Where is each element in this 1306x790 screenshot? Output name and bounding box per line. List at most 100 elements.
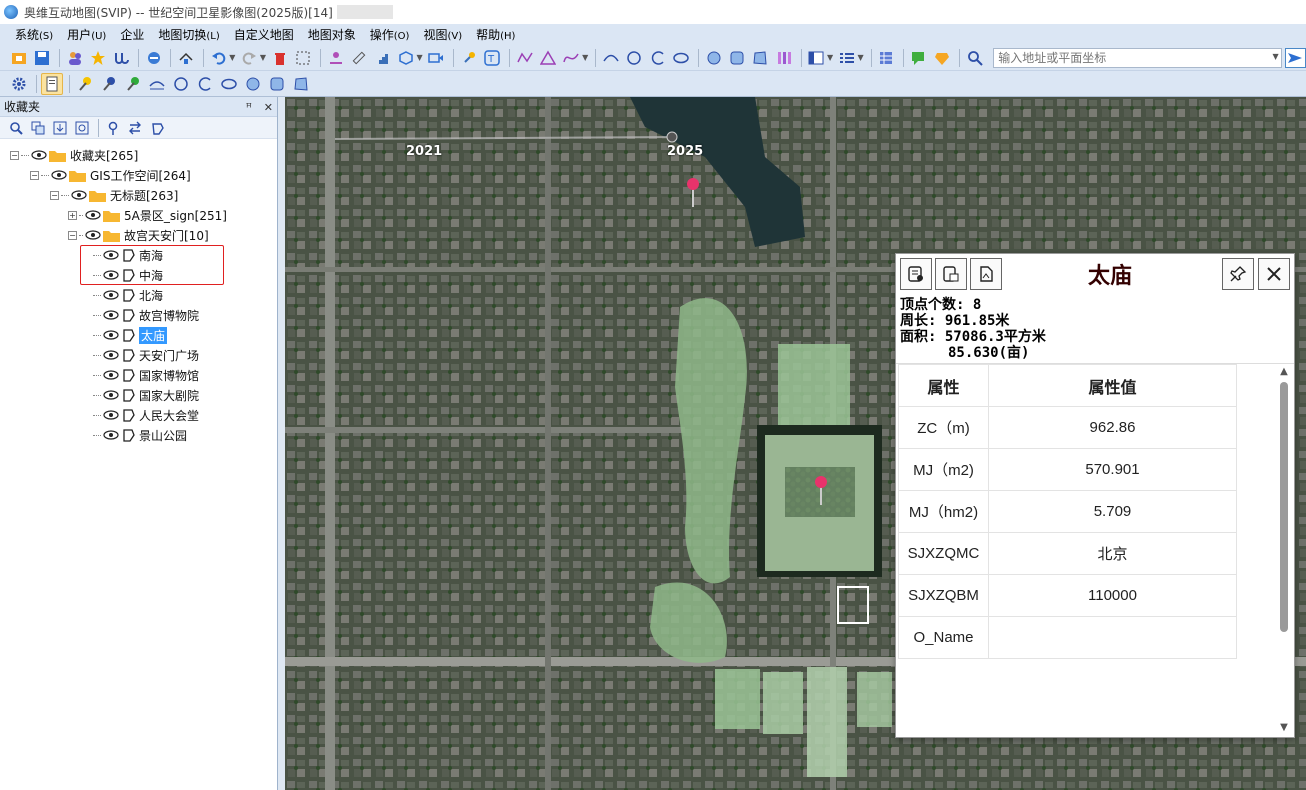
- tree-leaf-item[interactable]: 故宫博物院: [0, 305, 277, 325]
- eye-icon[interactable]: [103, 349, 119, 361]
- tree-node-untitled[interactable]: − 无标题[263]: [0, 185, 277, 205]
- menu-map-switch[interactable]: 地图切换(L): [151, 26, 226, 43]
- polygon-layer-icon[interactable]: [147, 118, 167, 138]
- delete-icon[interactable]: [269, 47, 290, 69]
- eye-icon[interactable]: [103, 429, 119, 441]
- panel-layout-dropdown-icon[interactable]: ▼: [827, 53, 833, 62]
- filled-square-icon[interactable]: [726, 47, 747, 69]
- text-tool-icon[interactable]: T: [481, 47, 502, 69]
- polyline-icon[interactable]: [514, 47, 535, 69]
- eye-icon[interactable]: [51, 169, 67, 181]
- menu-system[interactable]: 系统(S): [8, 26, 60, 43]
- tree-leaf-item[interactable]: 景山公园: [0, 425, 277, 445]
- go-button[interactable]: [1284, 47, 1306, 68]
- circle-outline-icon[interactable]: [170, 73, 192, 95]
- eye-icon[interactable]: [103, 389, 119, 401]
- locate-icon[interactable]: [72, 118, 92, 138]
- collapse-icon[interactable]: −: [68, 230, 77, 240]
- expand-icon[interactable]: +: [68, 210, 77, 220]
- eye-icon[interactable]: [103, 329, 119, 341]
- menu-operation[interactable]: 操作(O): [363, 26, 417, 43]
- scroll-up-icon[interactable]: ▲: [1278, 366, 1290, 378]
- blue-pin-icon[interactable]: [98, 73, 120, 95]
- yellow-pin-icon[interactable]: [74, 73, 96, 95]
- curve-icon[interactable]: [561, 47, 582, 69]
- collapse-icon[interactable]: −: [50, 190, 59, 200]
- arc-icon[interactable]: [600, 47, 621, 69]
- green-pin-icon[interactable]: [122, 73, 144, 95]
- menu-map-objects[interactable]: 地图对象: [301, 26, 363, 43]
- open-icon[interactable]: [8, 47, 29, 69]
- redo-icon[interactable]: [238, 47, 259, 69]
- tree-leaf-item[interactable]: 人民大会堂: [0, 405, 277, 425]
- menu-enterprise[interactable]: 企业: [113, 26, 151, 43]
- scroll-thumb[interactable]: [1280, 382, 1288, 632]
- pushpin-icon[interactable]: [458, 47, 479, 69]
- curve-dropdown-icon[interactable]: ▼: [582, 53, 588, 62]
- ellipse-icon[interactable]: [671, 47, 692, 69]
- search-dropdown-icon[interactable]: ▼: [1272, 52, 1278, 61]
- select-box-icon[interactable]: [292, 47, 313, 69]
- pin-panel-icon[interactable]: ꟸ: [246, 101, 252, 114]
- stairs-icon[interactable]: [372, 47, 393, 69]
- collapse-icon[interactable]: −: [10, 150, 19, 160]
- search-icon[interactable]: [964, 47, 985, 69]
- tree-leaf-item[interactable]: 国家博物馆: [0, 365, 277, 385]
- cube-dropdown-icon[interactable]: ▼: [416, 53, 422, 62]
- list-icon[interactable]: [836, 47, 857, 69]
- eye-icon[interactable]: [103, 369, 119, 381]
- menu-user[interactable]: 用户(U): [60, 26, 113, 43]
- collapse-icon[interactable]: −: [30, 170, 39, 180]
- eye-icon[interactable]: [31, 149, 47, 161]
- filled-circle-2-icon[interactable]: [242, 73, 264, 95]
- panel-layout-icon[interactable]: [806, 47, 827, 69]
- eye-icon[interactable]: [71, 189, 87, 201]
- menu-custom-map[interactable]: 自定义地图: [227, 26, 301, 43]
- list-dropdown-icon[interactable]: ▼: [858, 53, 864, 62]
- eye-icon[interactable]: [103, 409, 119, 421]
- tree-leaf-item[interactable]: 天安门广场: [0, 345, 277, 365]
- circle-icon[interactable]: [624, 47, 645, 69]
- tree-node-root[interactable]: − 收藏夹[265]: [0, 145, 277, 165]
- cube-icon[interactable]: [395, 47, 416, 69]
- close-panel-icon[interactable]: ✕: [264, 101, 273, 114]
- chat-icon[interactable]: [908, 47, 929, 69]
- settings-gear-icon[interactable]: [8, 73, 30, 95]
- ellipse-outline-icon[interactable]: [218, 73, 240, 95]
- tree-leaf-item[interactable]: 国家大剧院: [0, 385, 277, 405]
- tree-leaf-item[interactable]: 北海: [0, 285, 277, 305]
- pin-icon[interactable]: [1222, 258, 1254, 290]
- search-icon[interactable]: [6, 118, 26, 138]
- close-icon[interactable]: [1258, 258, 1290, 290]
- tree-node-gugong[interactable]: − 故宫天安门[10]: [0, 225, 277, 245]
- panel-scrollbar[interactable]: ▲ ▼: [1278, 366, 1290, 734]
- document-icon[interactable]: [41, 72, 63, 95]
- bars-icon[interactable]: [773, 47, 794, 69]
- layer-icon[interactable]: [143, 47, 164, 69]
- tree-node-5a-sign[interactable]: + 5A景区_sign[251]: [0, 205, 277, 225]
- search-box[interactable]: ▼: [993, 47, 1282, 68]
- scroll-down-icon[interactable]: ▼: [1278, 722, 1290, 734]
- import-icon[interactable]: [50, 118, 70, 138]
- filled-polygon-icon[interactable]: [750, 47, 771, 69]
- marker-icon[interactable]: [103, 118, 123, 138]
- menu-help[interactable]: 帮助(H): [469, 26, 522, 43]
- export-icon[interactable]: [970, 258, 1002, 290]
- favorites-star-icon[interactable]: [87, 47, 108, 69]
- pin-tool-icon[interactable]: [325, 47, 346, 69]
- filled-polygon-2-icon[interactable]: [290, 73, 312, 95]
- table-icon[interactable]: [876, 47, 897, 69]
- undo-dropdown-icon[interactable]: ▼: [229, 53, 235, 62]
- arc-circle-icon[interactable]: [647, 47, 668, 69]
- transform-icon[interactable]: [175, 47, 196, 69]
- copy-properties-icon[interactable]: [935, 258, 967, 290]
- menu-view[interactable]: 视图(V): [416, 26, 469, 43]
- swap-icon[interactable]: [125, 118, 145, 138]
- search-input[interactable]: [998, 50, 1269, 65]
- track-icon[interactable]: [111, 47, 132, 69]
- eye-icon[interactable]: [103, 309, 119, 321]
- filled-circle-icon[interactable]: [703, 47, 724, 69]
- ruler-icon[interactable]: [348, 47, 369, 69]
- tree-leaf-item[interactable]: 太庙: [0, 325, 277, 345]
- undo-icon[interactable]: [208, 47, 229, 69]
